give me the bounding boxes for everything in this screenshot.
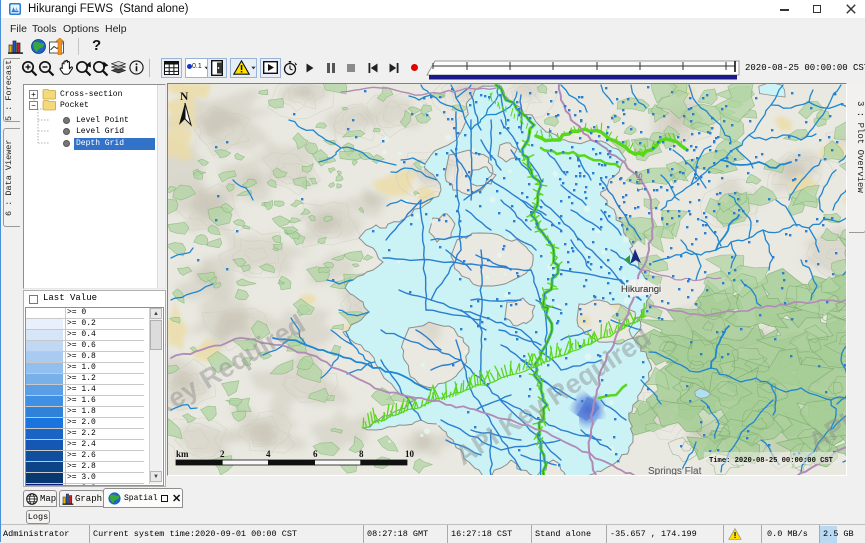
svg-text:Time: 2020-08-25 00:00:00 CST: Time: 2020-08-25 00:00:00 CST — [709, 457, 834, 465]
svg-text:km: km — [176, 449, 189, 459]
svg-text:Hikurangi: Hikurangi — [621, 284, 661, 295]
svg-text:4: 4 — [266, 449, 271, 459]
svg-text:6: 6 — [313, 449, 318, 459]
svg-text:SH 1: SH 1 — [634, 172, 646, 192]
svg-text:10: 10 — [405, 449, 415, 459]
svg-text:Springs Flat: Springs Flat — [648, 466, 702, 475]
svg-text:8: 8 — [359, 449, 364, 459]
svg-text:N: N — [180, 91, 189, 103]
svg-text:2: 2 — [220, 449, 225, 459]
